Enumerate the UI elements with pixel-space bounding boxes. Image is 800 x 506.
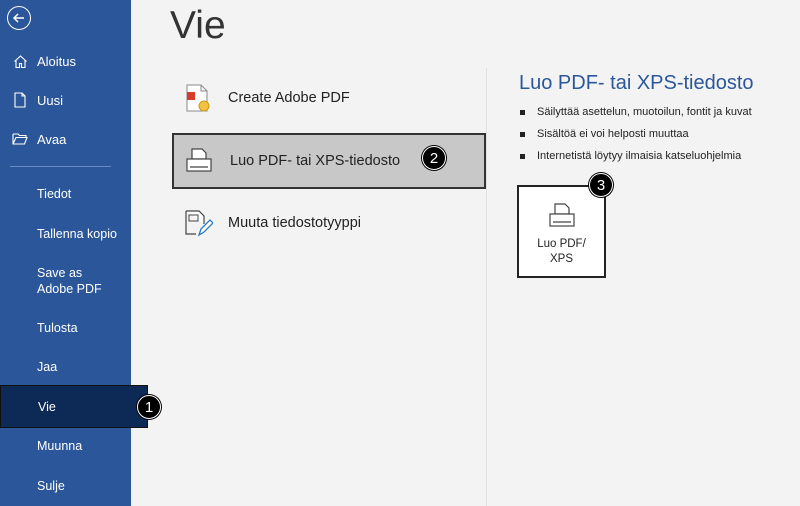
create-pdf-xps-button[interactable]: Luo PDF/ XPS — [517, 185, 606, 278]
sidebar-item-save-as-adobe-pdf[interactable]: Save as Adobe PDF — [0, 265, 118, 297]
sidebar-item-label: Tulosta — [37, 321, 78, 335]
back-arrow-icon — [12, 13, 24, 23]
backstage-sidebar: Aloitus Uusi Avaa Tiedot Tallenna kopio … — [0, 0, 148, 506]
sidebar-item-sulje[interactable]: Sulje — [0, 478, 131, 494]
step-badge-1: 1 — [137, 395, 161, 419]
column-divider — [486, 68, 487, 506]
sidebar-item-tiedot[interactable]: Tiedot — [0, 186, 131, 202]
sidebar-item-label: Avaa — [37, 131, 67, 147]
option-label: Create Adobe PDF — [228, 90, 350, 106]
sidebar-item-label: Uusi — [37, 92, 64, 108]
pdf-xps-icon — [548, 203, 575, 227]
home-icon — [12, 53, 28, 69]
sidebar-item-uusi[interactable]: Uusi — [0, 85, 131, 115]
pdf-xps-icon — [182, 144, 216, 178]
sidebar-item-label: Sulje — [37, 479, 65, 493]
option-muuta-tiedostotyyppi[interactable]: Muuta tiedostotyyppi — [172, 195, 486, 251]
sidebar-item-label: Muunna — [37, 439, 83, 453]
page-title: Vie — [170, 4, 226, 47]
sidebar-item-muunna[interactable]: Muunna — [0, 438, 131, 454]
option-label: Muuta tiedostotyyppi — [228, 215, 361, 231]
sidebar-item-avaa[interactable]: Avaa — [0, 124, 131, 154]
sidebar-item-vie[interactable]: Vie — [0, 385, 148, 428]
sidebar-item-label: Vie — [38, 399, 56, 414]
bullet-item: Sisältöä ei voi helposti muuttaa — [520, 123, 752, 145]
sidebar-divider — [10, 166, 111, 167]
detail-title: Luo PDF- tai XPS-tiedosto — [519, 72, 754, 94]
sidebar-item-label: Jaa — [37, 360, 58, 374]
step-badge-2: 2 — [422, 146, 446, 170]
create-pdf-xps-button-label: Luo PDF/ XPS — [537, 238, 586, 265]
sidebar-item-tallenna-kopio[interactable]: Tallenna kopio — [0, 226, 131, 242]
change-file-type-icon — [180, 206, 214, 240]
option-label: Luo PDF- tai XPS-tiedosto — [230, 153, 401, 169]
sidebar-item-label: Tiedot — [37, 187, 72, 201]
sidebar-item-tulosta[interactable]: Tulosta — [0, 320, 131, 336]
adobe-pdf-icon — [180, 81, 214, 115]
sidebar-item-label: Aloitus — [37, 53, 77, 69]
sidebar-item-label: Save as Adobe PDF — [37, 266, 102, 296]
bullet-item: Internetistä löytyy ilmaisia katseluohje… — [520, 145, 752, 167]
back-button[interactable] — [7, 6, 31, 30]
sidebar-item-aloitus[interactable]: Aloitus — [0, 46, 131, 76]
detail-bullets: Säilyttää asettelun, muotoilun, fontit j… — [520, 101, 752, 167]
step-badge-3: 3 — [589, 173, 613, 197]
new-document-icon — [12, 92, 28, 108]
sidebar-item-label: Tallenna kopio — [37, 227, 117, 241]
bullet-item: Säilyttää asettelun, muotoilun, fontit j… — [520, 101, 752, 123]
sidebar-item-jaa[interactable]: Jaa — [0, 359, 131, 375]
folder-open-icon — [12, 131, 28, 147]
option-create-adobe-pdf[interactable]: Create Adobe PDF — [172, 70, 486, 126]
